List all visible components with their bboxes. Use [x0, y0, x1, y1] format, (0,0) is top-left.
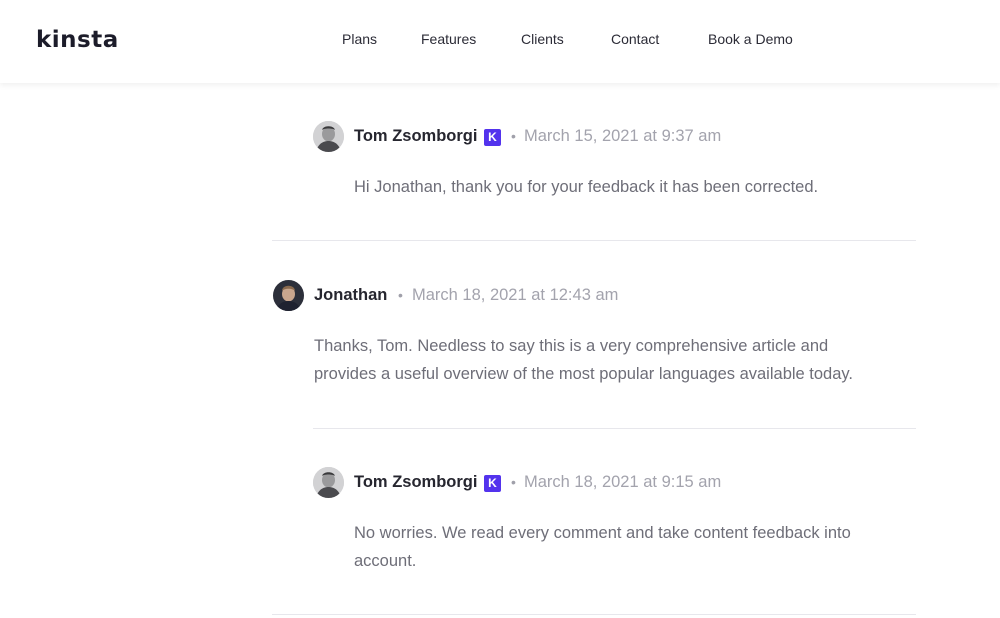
separator-dot: • — [511, 128, 516, 144]
comment-line: Thanks, Tom. Needless to say this is a v… — [314, 337, 829, 355]
avatar — [313, 121, 344, 152]
kinsta-staff-badge: K — [484, 129, 501, 146]
divider — [313, 428, 916, 429]
nav-clients[interactable]: Clients — [521, 31, 564, 47]
nav-features[interactable]: Features — [421, 31, 476, 47]
comment-body: Thanks, Tom. Needless to say this is a v… — [314, 332, 853, 388]
author-name[interactable]: Tom Zsomborgi — [354, 473, 477, 492]
divider — [272, 614, 916, 615]
author-name[interactable]: Tom Zsomborgi — [354, 127, 477, 146]
author-name[interactable]: Jonathan — [314, 286, 387, 305]
comment-line: account. — [354, 552, 417, 570]
separator-dot: • — [398, 287, 403, 303]
kinsta-staff-badge: K — [484, 475, 501, 492]
comment-date[interactable]: March 18, 2021 at 9:15 am — [524, 473, 721, 492]
comment-date[interactable]: March 18, 2021 at 12:43 am — [412, 286, 618, 305]
comment-header: Jonathan • March 18, 2021 at 12:43 am — [273, 280, 923, 312]
nav-contact[interactable]: Contact — [611, 31, 659, 47]
comment-reply: Tom Zsomborgi K • March 15, 2021 at 9:37… — [313, 121, 923, 211]
site-header: kinsta Plans Features Clients Contact Bo… — [0, 0, 1000, 83]
comment-body: Hi Jonathan, thank you for your feedback… — [354, 173, 818, 201]
comment-body: No worries. We read every comment and ta… — [354, 519, 851, 575]
comment-header: Tom Zsomborgi K • March 15, 2021 at 9:37… — [313, 121, 923, 153]
comment-header: Tom Zsomborgi K • March 18, 2021 at 9:15… — [313, 467, 923, 499]
divider — [272, 240, 916, 241]
comment-line: No worries. We read every comment and ta… — [354, 524, 851, 542]
comment-line: Hi Jonathan, thank you for your feedback… — [354, 178, 819, 196]
kinsta-logo[interactable]: kinsta — [36, 27, 119, 53]
comment: Jonathan • March 18, 2021 at 12:43 am Th… — [273, 280, 923, 400]
avatar — [313, 467, 344, 498]
comment-date[interactable]: March 15, 2021 at 9:37 am — [524, 127, 721, 146]
separator-dot: • — [511, 474, 516, 490]
comment-line: provides a useful overview of the most p… — [314, 365, 854, 383]
nav-book-demo[interactable]: Book a Demo — [708, 31, 793, 47]
comment-reply: Tom Zsomborgi K • March 18, 2021 at 9:15… — [313, 467, 923, 587]
avatar — [273, 280, 304, 311]
nav-plans[interactable]: Plans — [342, 31, 377, 47]
